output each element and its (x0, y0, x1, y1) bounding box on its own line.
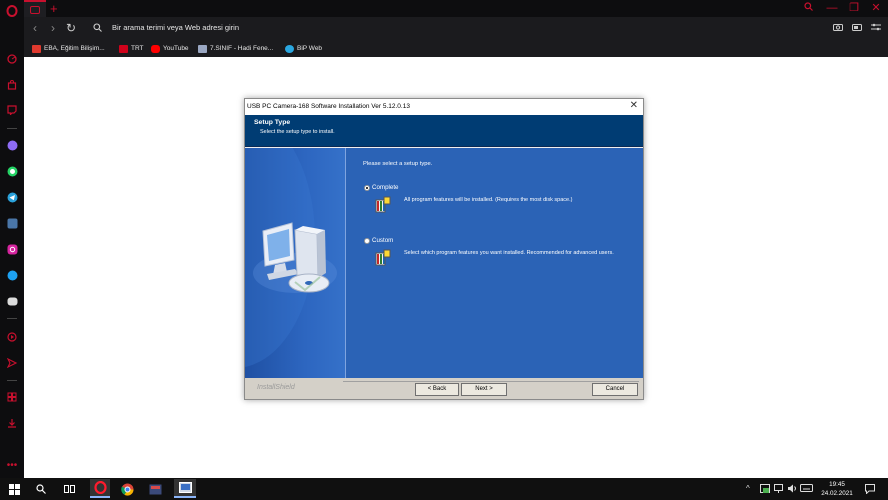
send-icon[interactable] (5, 356, 19, 370)
taskbar-search-icon[interactable] (33, 481, 49, 497)
instagram-icon[interactable] (5, 242, 19, 256)
option-complete-description: All program features will be installed. … (404, 197, 573, 203)
bookmark-eba[interactable]: EBA, Eğitim Bilişim... (32, 43, 105, 54)
easy-setup-icon[interactable] (870, 22, 882, 34)
battery-saver-icon[interactable] (851, 22, 863, 34)
installshield-brand: InstallShield (257, 384, 295, 391)
windows-start-icon[interactable] (6, 481, 22, 497)
forward-arrow-icon[interactable]: › (46, 21, 60, 35)
address-input[interactable]: Bir arama terimi veya Web adresi girin (112, 23, 239, 32)
keyboard-icon[interactable] (800, 484, 813, 494)
panel-divider (345, 148, 346, 378)
task-view-icon[interactable] (61, 481, 77, 497)
reload-icon[interactable]: ↻ (64, 21, 78, 35)
bookmark-bip[interactable]: BiP Web (285, 43, 322, 54)
header-subtitle: Select the setup type to install. (260, 129, 335, 135)
messenger-icon[interactable] (5, 138, 19, 152)
show-hidden-icons-chevron-icon[interactable]: ^ (746, 484, 750, 493)
complete-setup-icon (375, 196, 391, 213)
eba-icon (32, 44, 41, 53)
cancel-button[interactable]: Cancel (592, 383, 638, 396)
search-icon (90, 21, 104, 35)
tab-favicon-icon (30, 5, 40, 14)
clock-date: 24.02.2021 (821, 490, 853, 497)
twitch-icon[interactable] (5, 103, 19, 117)
security-tray-icon[interactable] (760, 484, 770, 495)
extensions-grid-icon[interactable] (5, 390, 19, 404)
search-tabs-icon[interactable] (798, 0, 818, 17)
opera-sidebar: ••• (0, 0, 24, 478)
dialog-title: USB PC Camera-168 Software Installation … (247, 103, 410, 110)
photos-app-icon[interactable] (147, 481, 163, 497)
setup-illustration (245, 148, 345, 378)
close-window-icon[interactable]: ✕ (866, 0, 886, 17)
vk-icon[interactable] (5, 216, 19, 230)
bookmark-label: EBA, Eğitim Bilişim... (44, 45, 105, 52)
more-icon[interactable]: ••• (5, 458, 19, 472)
option-custom-description: Select which program features you want i… (404, 250, 614, 256)
option-custom[interactable]: Custom (364, 237, 393, 244)
active-tab[interactable] (24, 0, 46, 17)
option-complete-label: Complete (372, 184, 399, 191)
header-title: Setup Type (254, 119, 291, 126)
discord-icon[interactable] (5, 294, 19, 308)
opera-menu-icon[interactable] (5, 4, 19, 18)
bookmark-trt[interactable]: TRT (119, 43, 144, 54)
speed-dial-icon[interactable] (5, 52, 19, 66)
bookmark-label: TRT (131, 45, 144, 52)
installer-taskbar-icon[interactable] (174, 479, 196, 498)
downloads-icon[interactable] (5, 416, 19, 430)
option-complete[interactable]: Complete (364, 184, 398, 191)
back-arrow-icon[interactable]: ‹ (28, 21, 42, 35)
bookmarks-bar: EBA, Eğitim Bilişim... TRT YouTube 7.SIN… (24, 40, 888, 57)
back-button[interactable]: < Back (415, 383, 459, 396)
bip-icon (285, 44, 294, 53)
camera-snapshot-icon[interactable] (832, 22, 844, 34)
new-tab-plus-icon[interactable]: + (50, 0, 58, 17)
installer-dialog: USB PC Camera-168 Software Installation … (244, 98, 644, 400)
shopping-bag-icon[interactable] (5, 78, 19, 92)
opera-taskbar-icon[interactable] (90, 479, 110, 498)
twitter-icon[interactable] (5, 268, 19, 282)
windows-taskbar: ^ 19:45 24.02.2021 (0, 478, 888, 500)
address-bar-row: ‹ › ↻ Bir arama terimi veya Web adresi g… (24, 17, 888, 40)
bookmark-label: YouTube (163, 45, 189, 52)
setup-prompt: Please select a setup type. (363, 161, 433, 167)
clock-time: 19:45 (829, 481, 845, 488)
dialog-footer: InstallShield < Back Next > Cancel (245, 378, 643, 399)
radio-custom[interactable] (364, 237, 370, 244)
music-player-icon[interactable] (5, 330, 19, 344)
youtube-icon (151, 44, 160, 53)
notifications-icon[interactable] (865, 484, 875, 496)
whatsapp-icon[interactable] (5, 164, 19, 178)
bookmark-label: 7.SINIF - Hadi Fene... (210, 45, 274, 52)
bookmark-7sinif[interactable]: 7.SINIF - Hadi Fene... (198, 43, 273, 54)
custom-setup-icon (375, 249, 391, 266)
bookmark-youtube[interactable]: YouTube (151, 43, 189, 54)
volume-icon[interactable] (787, 484, 797, 495)
restore-icon[interactable]: ❐ (844, 0, 864, 17)
system-clock[interactable]: 19:45 24.02.2021 (818, 480, 856, 498)
bookmark-label: BiP Web (297, 45, 323, 52)
trt-icon (119, 44, 128, 53)
computer-illustration-icon (245, 148, 337, 367)
tab-bar: + — ❐ ✕ (24, 0, 888, 17)
telegram-icon[interactable] (5, 190, 19, 204)
document-icon (198, 44, 207, 53)
radio-complete[interactable] (364, 184, 370, 191)
dialog-body: Please select a setup type. Complete All… (245, 148, 643, 378)
dialog-close-icon[interactable]: ✕ (630, 100, 638, 111)
minimize-icon[interactable]: — (822, 0, 842, 17)
footer-divider (343, 381, 639, 382)
chrome-icon[interactable] (119, 481, 135, 497)
option-custom-label: Custom (372, 237, 394, 244)
dialog-title-bar[interactable]: USB PC Camera-168 Software Installation … (245, 99, 643, 115)
dialog-header: Setup Type Select the setup type to inst… (245, 115, 643, 147)
network-icon[interactable] (774, 484, 784, 495)
next-button[interactable]: Next > (461, 383, 507, 396)
